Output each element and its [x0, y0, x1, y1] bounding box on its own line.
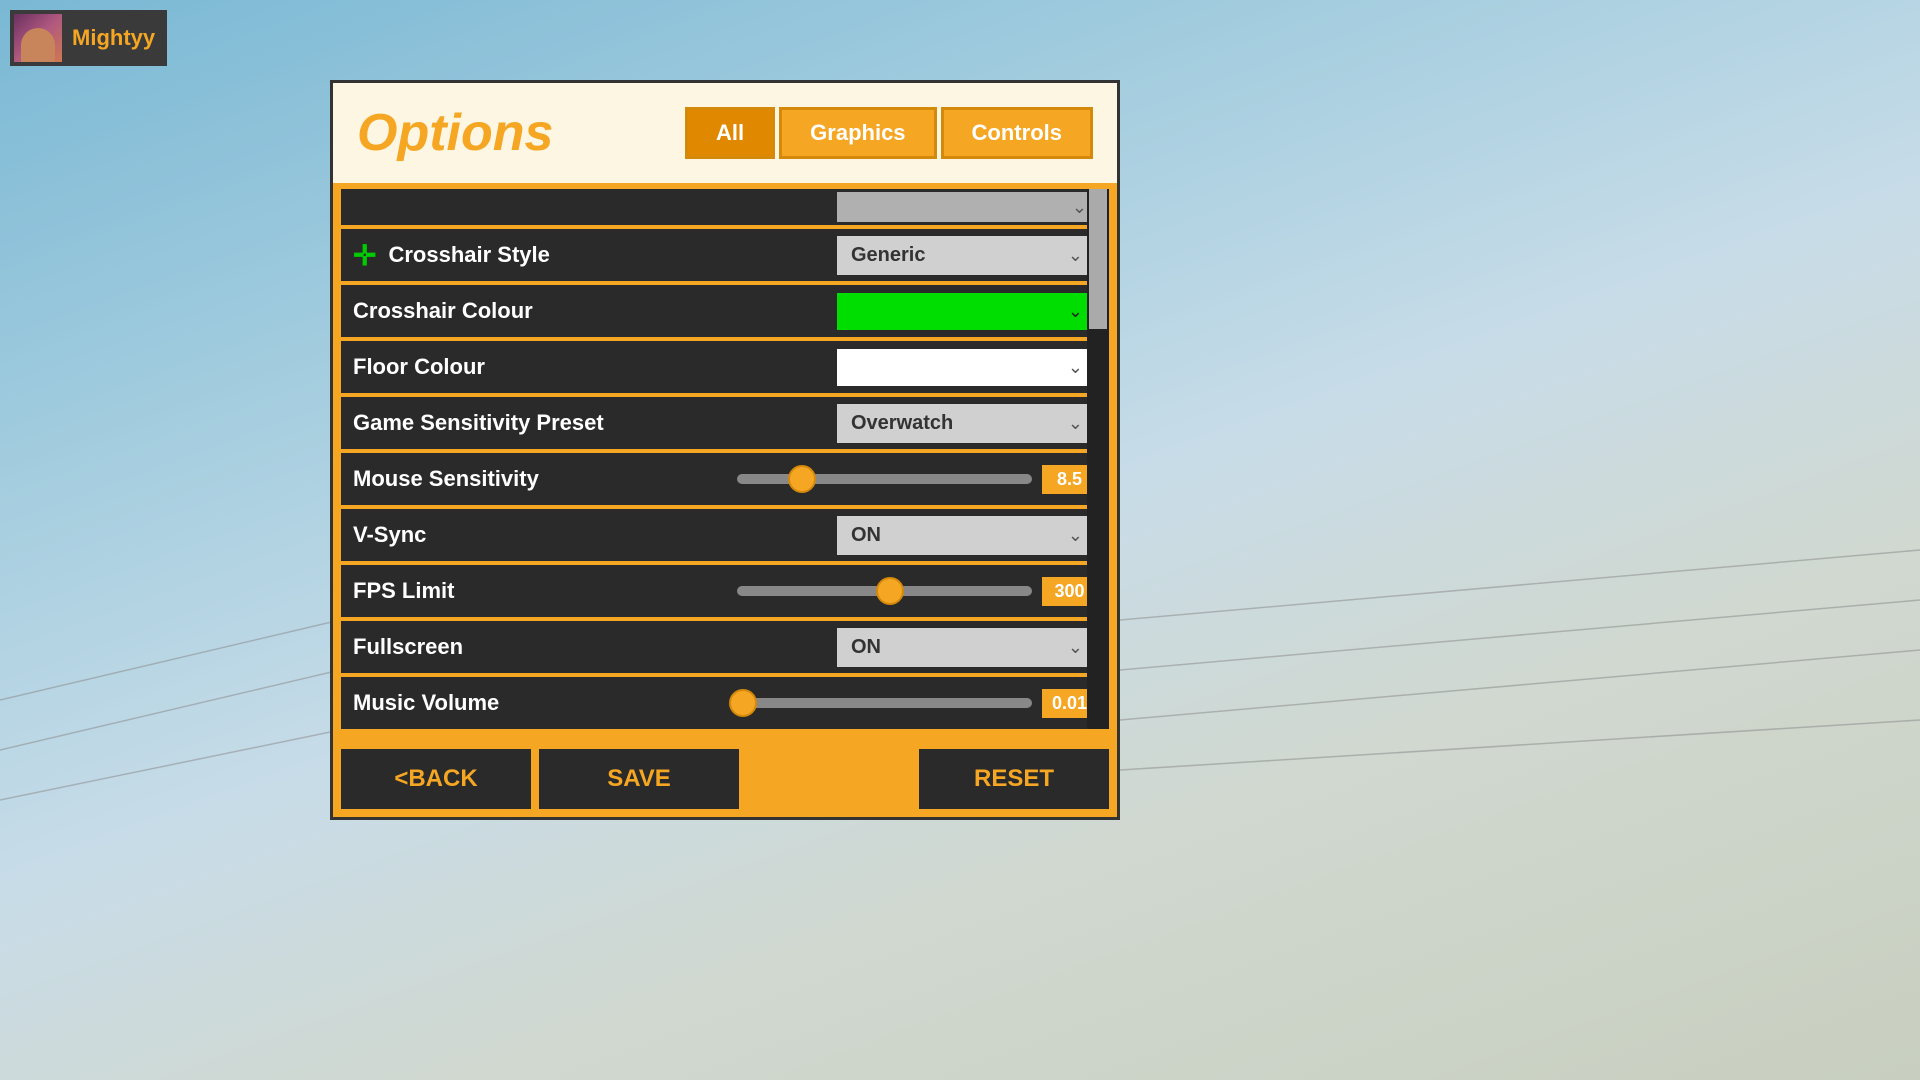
mouse-sensitivity-slider-container: 8.5	[737, 465, 1097, 494]
tab-graphics[interactable]: Graphics	[779, 107, 936, 159]
fullscreen-value: ON	[851, 636, 881, 659]
options-title: Options	[357, 103, 553, 163]
options-panel: Options All Graphics Controls ⌄ ✛ Cross	[330, 80, 1120, 820]
crosshair-colour-dropdown[interactable]: ⌄	[837, 293, 1097, 330]
floor-colour-label: Floor Colour	[353, 354, 837, 380]
partial-row-dropdown: ⌄	[837, 192, 1097, 222]
vsync-arrow: ⌄	[1068, 525, 1083, 546]
music-volume-row: Music Volume 0.01	[341, 677, 1109, 729]
partial-row: ⌄	[341, 189, 1109, 225]
music-volume-thumb[interactable]	[729, 689, 757, 717]
fps-limit-slider-container: 300	[737, 577, 1097, 606]
fullscreen-dropdown[interactable]: ON ⌄	[837, 628, 1097, 667]
fps-limit-row: FPS Limit 300	[341, 565, 1109, 617]
bottom-buttons: <BACK SAVE RESET	[333, 741, 1117, 817]
mouse-sensitivity-track[interactable]	[737, 474, 1032, 484]
fullscreen-row: Fullscreen ON ⌄	[341, 621, 1109, 673]
fps-limit-label: FPS Limit	[353, 578, 737, 604]
tab-controls[interactable]: Controls	[941, 107, 1093, 159]
music-volume-slider-container: 0.01	[737, 689, 1097, 718]
vsync-label: V-Sync	[353, 522, 837, 548]
crosshair-colour-label: Crosshair Colour	[353, 298, 837, 324]
tabs-container: All Graphics Controls	[685, 107, 1093, 159]
game-sensitivity-preset-label: Game Sensitivity Preset	[353, 410, 837, 436]
mouse-sensitivity-row: Mouse Sensitivity 8.5	[341, 453, 1109, 505]
crosshair-style-value: Generic	[851, 244, 925, 267]
scrollbar-thumb[interactable]	[1089, 189, 1107, 329]
crosshair-colour-row: Crosshair Colour ⌄	[341, 285, 1109, 337]
game-sensitivity-preset-dropdown[interactable]: Overwatch ⌄	[837, 404, 1097, 443]
crosshair-style-row: ✛ Crosshair Style Generic ⌄	[341, 229, 1109, 281]
username-label: Mightyy	[72, 25, 155, 51]
scrollbar-track[interactable]	[1087, 189, 1109, 729]
music-volume-label: Music Volume	[353, 690, 737, 716]
crosshair-style-dropdown[interactable]: Generic ⌄	[837, 236, 1097, 275]
music-volume-track[interactable]	[737, 698, 1032, 708]
crosshair-plus-icon: ✛	[353, 239, 376, 272]
vsync-row: V-Sync ON ⌄	[341, 509, 1109, 561]
options-header: Options All Graphics Controls	[333, 83, 1117, 183]
fullscreen-arrow: ⌄	[1068, 637, 1083, 658]
fps-limit-thumb[interactable]	[876, 577, 904, 605]
settings-scroll-wrapper: ⌄ ✛ Crosshair Style Generic ⌄ Crosshair …	[341, 189, 1109, 729]
crosshair-style-arrow: ⌄	[1068, 245, 1083, 266]
save-button[interactable]: SAVE	[539, 749, 739, 809]
reset-button[interactable]: RESET	[919, 749, 1109, 809]
fullscreen-label: Fullscreen	[353, 634, 837, 660]
vsync-value: ON	[851, 524, 881, 547]
floor-colour-row: Floor Colour ⌄	[341, 341, 1109, 393]
mouse-sensitivity-thumb[interactable]	[788, 465, 816, 493]
user-badge: Mightyy	[10, 10, 167, 66]
tab-all[interactable]: All	[685, 107, 775, 159]
settings-list: ⌄ ✛ Crosshair Style Generic ⌄ Crosshair …	[333, 183, 1117, 741]
fps-limit-track[interactable]	[737, 586, 1032, 596]
crosshair-colour-arrow: ⌄	[1068, 301, 1083, 322]
floor-colour-arrow: ⌄	[1068, 357, 1083, 378]
game-sensitivity-preset-arrow: ⌄	[1068, 413, 1083, 434]
back-button[interactable]: <BACK	[341, 749, 531, 809]
floor-colour-dropdown[interactable]: ⌄	[837, 349, 1097, 386]
game-sensitivity-preset-value: Overwatch	[851, 412, 953, 435]
mouse-sensitivity-label: Mouse Sensitivity	[353, 466, 737, 492]
crosshair-style-label: Crosshair Style	[388, 242, 837, 268]
game-sensitivity-preset-row: Game Sensitivity Preset Overwatch ⌄	[341, 397, 1109, 449]
avatar	[14, 14, 62, 62]
vsync-dropdown[interactable]: ON ⌄	[837, 516, 1097, 555]
